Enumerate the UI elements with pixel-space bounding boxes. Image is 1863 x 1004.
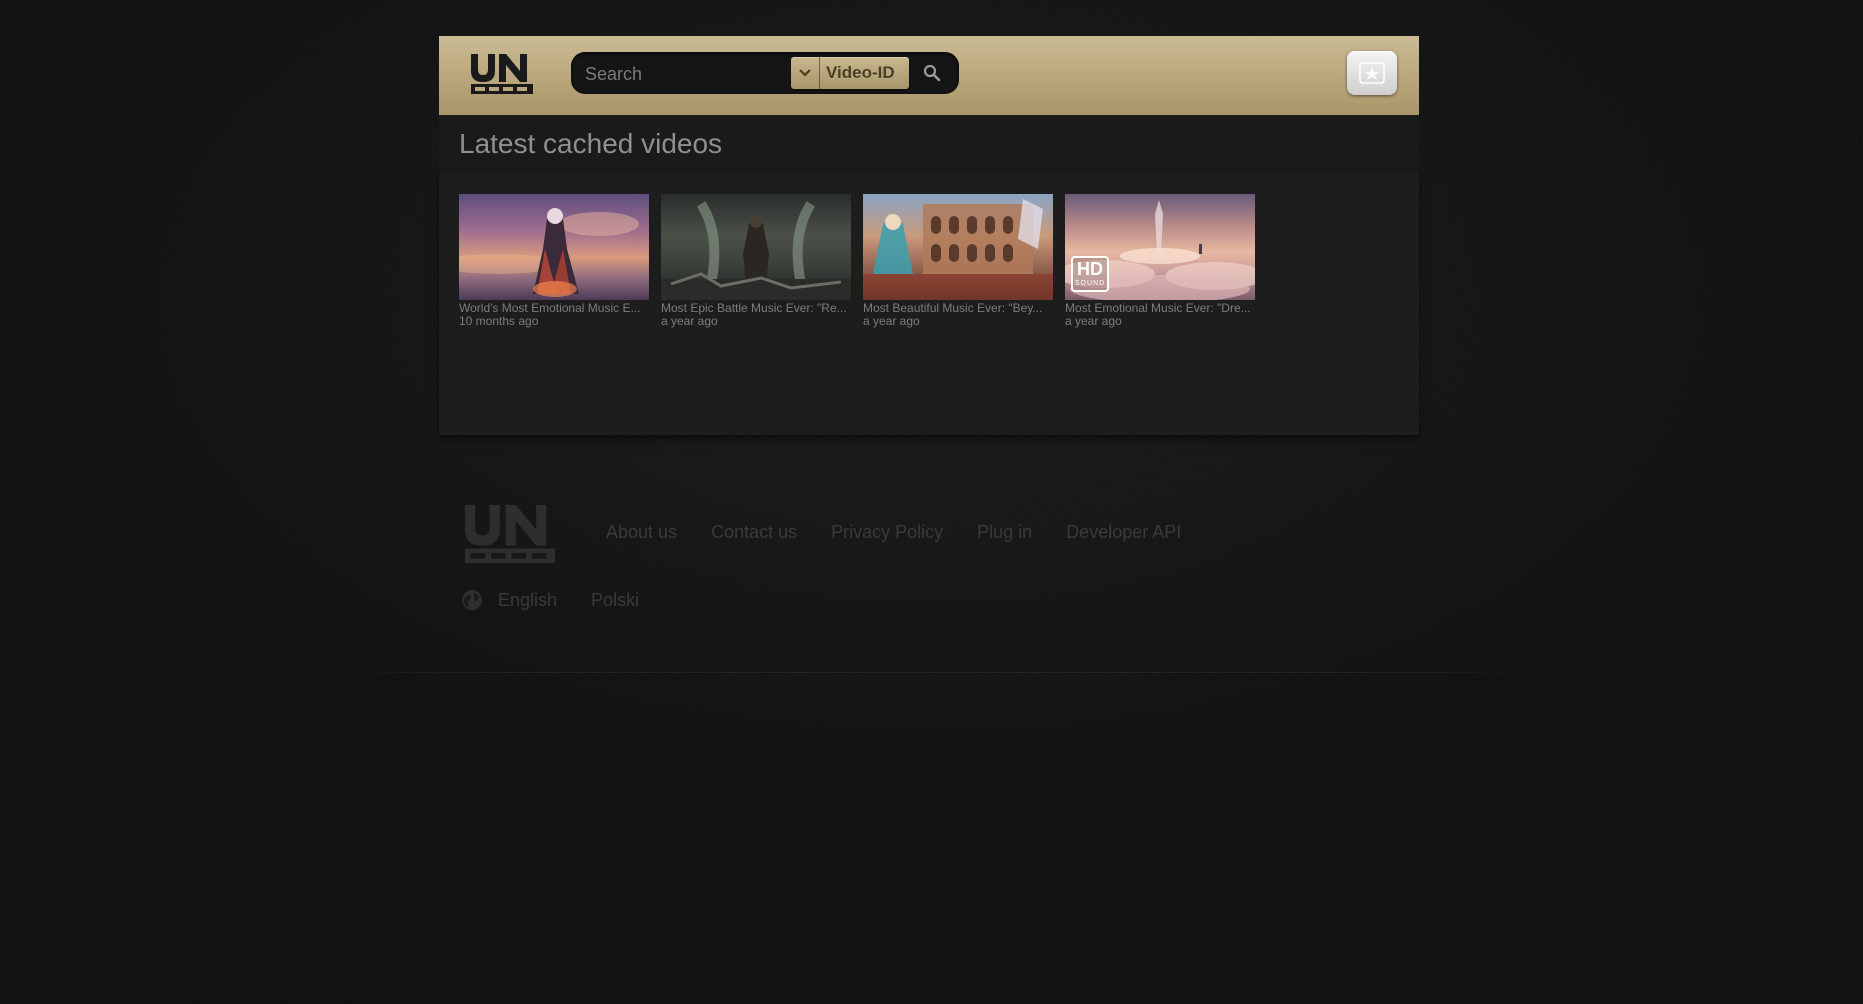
footer-link-contact[interactable]: Contact us	[711, 522, 797, 543]
hd-badge: HD SOUND	[1071, 256, 1109, 292]
section-title: Latest cached videos	[459, 128, 723, 159]
language-polski[interactable]: Polski	[591, 590, 639, 611]
footer-link-developer-api[interactable]: Developer API	[1066, 522, 1181, 543]
video-age: 10 months ago	[459, 314, 539, 328]
video-thumbnail[interactable]	[661, 194, 851, 300]
video-thumbnail[interactable]	[863, 194, 1053, 300]
user-menu-button[interactable]	[1347, 51, 1397, 95]
footer-links: About us Contact us Privacy Policy Plug …	[606, 522, 1181, 543]
site-footer: About us Contact us Privacy Policy Plug …	[460, 502, 1400, 642]
user-icon	[1359, 62, 1385, 84]
hd-badge-label: HD	[1077, 259, 1103, 279]
site-logo[interactable]	[469, 52, 535, 96]
video-age: a year ago	[661, 314, 718, 328]
chevron-down-icon	[791, 57, 820, 89]
videos-panel: World's Most Emotional Music E... 10 mon…	[439, 174, 1419, 435]
search-type-dropdown[interactable]: Video-ID	[791, 57, 909, 89]
footer-link-about[interactable]: About us	[606, 522, 677, 543]
footer-link-privacy[interactable]: Privacy Policy	[831, 522, 943, 543]
video-age: a year ago	[1065, 314, 1122, 328]
footer-link-plugin[interactable]: Plug in	[977, 522, 1032, 543]
globe-icon	[462, 590, 482, 610]
video-card[interactable]: World's Most Emotional Music E... 10 mon…	[459, 194, 649, 328]
search-bar: Video-ID	[571, 52, 959, 94]
video-thumbnail[interactable]	[459, 194, 649, 300]
video-age: a year ago	[863, 314, 920, 328]
search-button[interactable]	[919, 60, 945, 86]
footer-logo[interactable]	[460, 502, 560, 566]
video-thumbnail[interactable]: HD SOUND	[1065, 194, 1255, 300]
hd-badge-sub: SOUND	[1074, 280, 1106, 287]
video-card[interactable]: Most Beautiful Music Ever: "Bey... a yea…	[863, 194, 1053, 328]
search-icon	[923, 64, 941, 82]
section-header: Latest cached videos	[439, 115, 1419, 174]
video-card[interactable]: HD SOUND Most Emotional Music Ever: "Dre…	[1065, 194, 1255, 328]
video-card[interactable]: Most Epic Battle Music Ever: "Re... a ye…	[661, 194, 851, 328]
footer-divider	[330, 672, 1540, 673]
language-english[interactable]: English	[498, 590, 557, 611]
search-type-label: Video-ID	[826, 63, 895, 82]
search-input[interactable]	[583, 58, 787, 90]
page-container: Video-ID Latest cached videos	[439, 36, 1419, 435]
language-selector: English Polski	[460, 588, 673, 612]
site-header: Video-ID	[439, 36, 1419, 115]
